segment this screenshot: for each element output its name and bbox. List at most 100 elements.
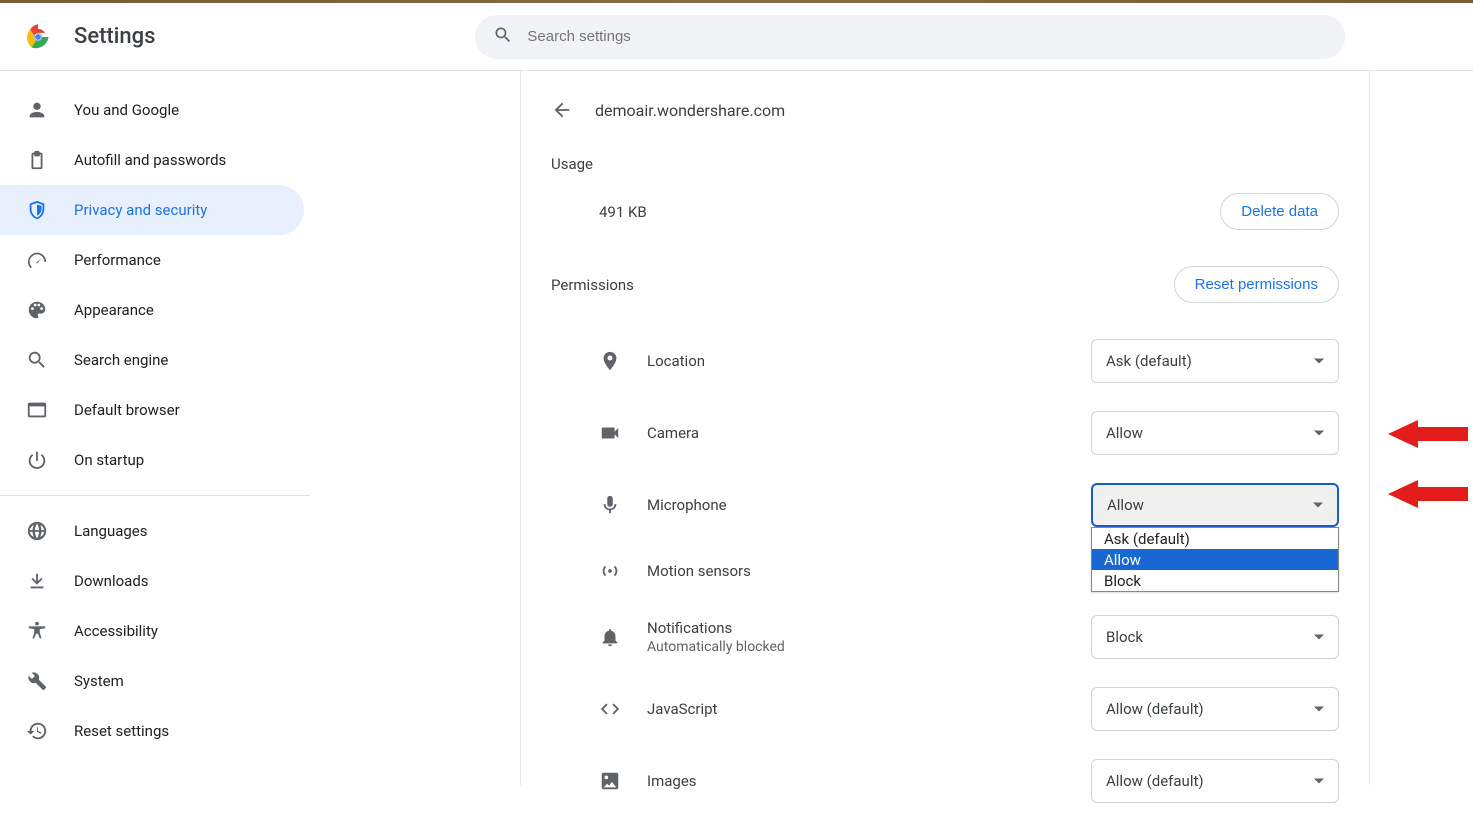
sidebar-item-appearance[interactable]: Appearance bbox=[0, 285, 304, 335]
permission-select-value: Allow bbox=[1107, 496, 1144, 514]
sidebar-item-label: Downloads bbox=[74, 572, 149, 590]
permission-row-camera: Camera Allow bbox=[551, 397, 1339, 469]
site-url: demoair.wondershare.com bbox=[595, 101, 785, 120]
sidebar-item-label: Performance bbox=[74, 251, 161, 269]
image-icon bbox=[599, 770, 621, 792]
chevron-down-icon bbox=[1314, 635, 1324, 640]
site-settings-card: demoair.wondershare.com Usage 491 KB Del… bbox=[520, 71, 1370, 785]
permission-label: Microphone bbox=[647, 496, 727, 514]
annotation-arrow-microphone bbox=[1388, 474, 1468, 514]
wrench-icon bbox=[26, 670, 48, 692]
history-icon bbox=[26, 720, 48, 742]
window-icon bbox=[26, 399, 48, 421]
permissions-section-title: Permissions bbox=[551, 276, 634, 294]
search-icon bbox=[493, 25, 527, 49]
main-content: demoair.wondershare.com Usage 491 KB Del… bbox=[310, 71, 1473, 785]
sidebar-item-label: Accessibility bbox=[74, 622, 158, 640]
header: Settings bbox=[0, 3, 1473, 71]
search-settings-input[interactable] bbox=[527, 28, 1327, 45]
chevron-down-icon bbox=[1314, 359, 1324, 364]
permission-row-images: Images Allow (default) bbox=[551, 745, 1339, 817]
sidebar-item-downloads[interactable]: Downloads bbox=[0, 556, 304, 606]
reset-permissions-button[interactable]: Reset permissions bbox=[1174, 266, 1339, 303]
sidebar-item-label: Default browser bbox=[74, 401, 180, 419]
clipboard-icon bbox=[26, 149, 48, 171]
sidebar-divider bbox=[0, 495, 310, 496]
delete-data-button[interactable]: Delete data bbox=[1220, 193, 1339, 230]
sidebar-item-reset-settings[interactable]: Reset settings bbox=[0, 706, 304, 756]
permission-row-javascript: JavaScript Allow (default) bbox=[551, 673, 1339, 745]
permission-select-images[interactable]: Allow (default) bbox=[1091, 759, 1339, 803]
sidebar-item-performance[interactable]: Performance bbox=[0, 235, 304, 285]
chevron-down-icon bbox=[1313, 503, 1323, 508]
sidebar-item-label: Reset settings bbox=[74, 722, 169, 740]
annotation-arrow-camera bbox=[1388, 414, 1468, 454]
usage-section-title: Usage bbox=[551, 155, 1339, 173]
sidebar-item-label: Autofill and passwords bbox=[74, 151, 226, 169]
permission-select-microphone[interactable]: Allow bbox=[1091, 483, 1339, 527]
permission-label: Motion sensors bbox=[647, 562, 751, 580]
camera-icon bbox=[599, 422, 621, 444]
permission-label: JavaScript bbox=[647, 700, 717, 718]
page-title: Settings bbox=[74, 24, 155, 49]
permission-select-value: Ask (default) bbox=[1106, 352, 1192, 370]
bell-icon bbox=[599, 626, 621, 648]
sidebar-item-label: On startup bbox=[74, 451, 144, 469]
usage-value: 491 KB bbox=[599, 203, 647, 221]
chrome-logo-icon bbox=[24, 23, 52, 51]
shield-icon bbox=[26, 199, 48, 221]
sidebar-item-search-engine[interactable]: Search engine bbox=[0, 335, 304, 385]
code-icon bbox=[599, 698, 621, 720]
sidebar-item-label: System bbox=[74, 672, 124, 690]
chevron-down-icon bbox=[1314, 431, 1324, 436]
sidebar-item-you-and-google[interactable]: You and Google bbox=[0, 85, 304, 135]
accessibility-icon bbox=[26, 620, 48, 642]
chevron-down-icon bbox=[1314, 779, 1324, 784]
permission-label: Location bbox=[647, 352, 705, 370]
globe-icon bbox=[26, 520, 48, 542]
dropdown-option-allow[interactable]: Allow bbox=[1092, 549, 1338, 570]
person-icon bbox=[26, 99, 48, 121]
sidebar-item-accessibility[interactable]: Accessibility bbox=[0, 606, 304, 656]
search-settings-box[interactable] bbox=[475, 15, 1345, 59]
chevron-down-icon bbox=[1314, 707, 1324, 712]
permission-label: Camera bbox=[647, 424, 699, 442]
permission-select-value: Allow (default) bbox=[1106, 772, 1204, 790]
permission-select-camera[interactable]: Allow bbox=[1091, 411, 1339, 455]
sidebar-item-label: Languages bbox=[74, 522, 148, 540]
back-arrow-icon[interactable] bbox=[551, 99, 573, 121]
permission-select-value: Block bbox=[1106, 628, 1143, 646]
power-icon bbox=[26, 449, 48, 471]
permission-row-notifications: Notifications Automatically blocked Bloc… bbox=[551, 601, 1339, 673]
permission-select-location[interactable]: Ask (default) bbox=[1091, 339, 1339, 383]
sidebar-item-system[interactable]: System bbox=[0, 656, 304, 706]
sidebar-item-autofill[interactable]: Autofill and passwords bbox=[0, 135, 304, 185]
motion-sensors-icon bbox=[599, 560, 621, 582]
dropdown-option-ask[interactable]: Ask (default) bbox=[1092, 528, 1338, 549]
dropdown-option-block[interactable]: Block bbox=[1092, 570, 1338, 591]
sidebar-item-label: Appearance bbox=[74, 301, 154, 319]
download-icon bbox=[26, 570, 48, 592]
sidebar-item-label: Privacy and security bbox=[74, 201, 207, 219]
sidebar-item-on-startup[interactable]: On startup bbox=[0, 435, 304, 485]
permission-select-value: Allow bbox=[1106, 424, 1143, 442]
permission-label: Notifications bbox=[647, 619, 785, 637]
permission-select-notifications[interactable]: Block bbox=[1091, 615, 1339, 659]
permission-label: Images bbox=[647, 772, 697, 790]
permission-row-microphone: Microphone Allow Ask (default) Allow Blo… bbox=[551, 469, 1339, 541]
palette-icon bbox=[26, 299, 48, 321]
permission-row-location: Location Ask (default) bbox=[551, 325, 1339, 397]
permission-sublabel: Automatically blocked bbox=[647, 639, 785, 655]
sidebar: You and Google Autofill and passwords Pr… bbox=[0, 71, 310, 785]
sidebar-item-default-browser[interactable]: Default browser bbox=[0, 385, 304, 435]
sidebar-item-label: Search engine bbox=[74, 351, 168, 369]
sidebar-item-languages[interactable]: Languages bbox=[0, 506, 304, 556]
permission-dropdown-menu: Ask (default) Allow Block bbox=[1091, 527, 1339, 592]
microphone-icon bbox=[599, 494, 621, 516]
sidebar-item-label: You and Google bbox=[74, 101, 179, 119]
permission-select-javascript[interactable]: Allow (default) bbox=[1091, 687, 1339, 731]
gauge-icon bbox=[26, 249, 48, 271]
location-icon bbox=[599, 350, 621, 372]
sidebar-item-privacy[interactable]: Privacy and security bbox=[0, 185, 304, 235]
search-icon bbox=[26, 349, 48, 371]
